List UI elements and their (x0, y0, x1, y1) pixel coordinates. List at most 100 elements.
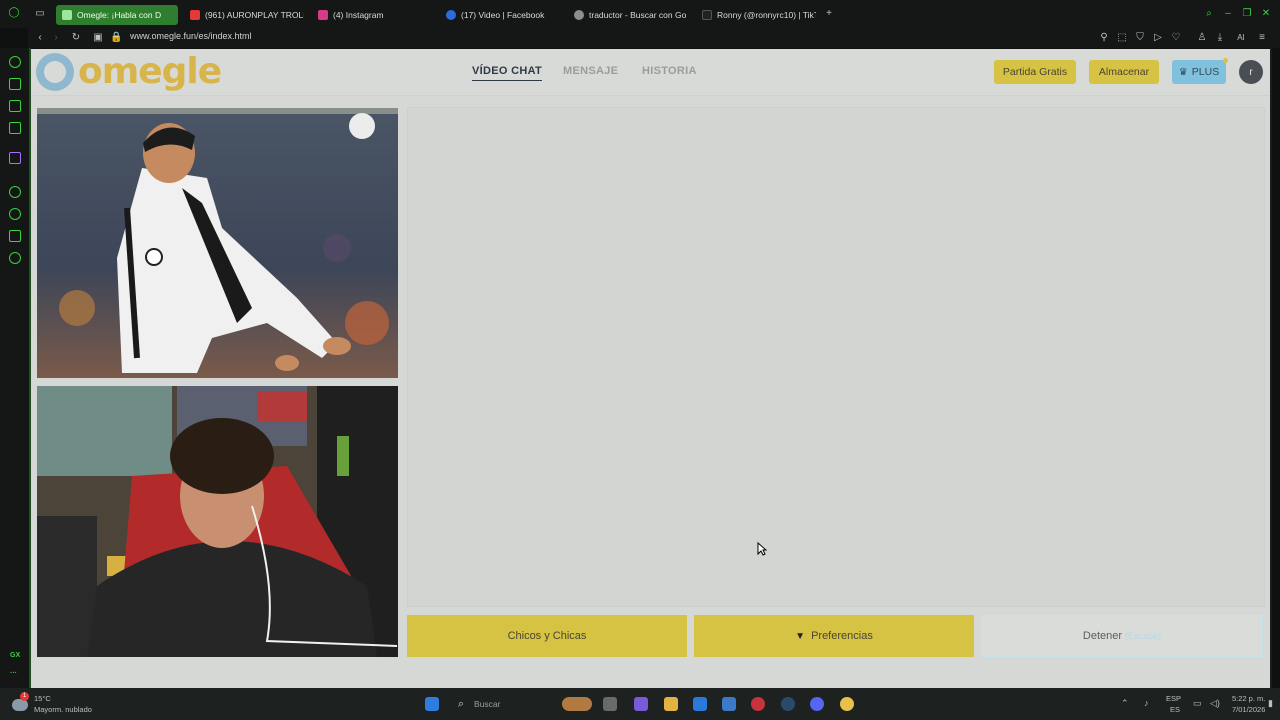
preferences-button[interactable]: ▼ Preferencias (694, 615, 974, 657)
network-icon[interactable]: ▭ (1193, 698, 1202, 709)
tab-manager-icon[interactable]: ▭ (34, 8, 46, 20)
tab-youtube[interactable]: (961) AURONPLAY TROLE (184, 5, 304, 25)
music-player-icon[interactable] (9, 122, 21, 134)
lock-icon: 🔒 (110, 32, 123, 43)
tab-instagram[interactable]: (4) Instagram (312, 5, 432, 25)
ai-icon[interactable]: AI (1232, 32, 1250, 44)
facebook-favicon-icon (446, 10, 456, 20)
tab-label: Omegle: ¡Habla con D (77, 10, 162, 20)
restore-icon[interactable]: ❐ (1241, 8, 1253, 20)
plus-button[interactable]: ♛ PLUS (1172, 58, 1228, 84)
snapshot-icon[interactable]: ▣ (92, 32, 104, 44)
weather-desc: Mayorm. nublado (34, 705, 92, 714)
omegle-logo[interactable]: omegle (36, 53, 222, 91)
search-icon[interactable]: ⌕ (1203, 8, 1215, 20)
tray-chevron-icon[interactable]: ⌃ (1121, 698, 1129, 709)
back-icon[interactable]: ‹ (34, 32, 46, 44)
steam-icon[interactable] (781, 697, 795, 711)
stop-label: Detener (1082, 630, 1123, 642)
filter-icon: ▼ (795, 630, 806, 642)
tab-tiktok[interactable]: Ronny (@ronnyrc10) | TikT (696, 5, 816, 25)
stranger-video-image (37, 108, 398, 378)
tab-facebook[interactable]: (17) Video | Facebook (440, 5, 562, 25)
taskbar-search-icon: ⌕ (457, 698, 465, 710)
store-app-icon[interactable] (693, 697, 707, 711)
gx-label: GX (10, 652, 21, 659)
plus-label: PLUS (1191, 66, 1220, 78)
language-indicator[interactable]: ESP (1166, 694, 1181, 703)
stop-button[interactable]: Detener (Escape) (981, 615, 1263, 657)
store-label: Almacenar (1098, 66, 1150, 78)
discord-icon[interactable] (810, 697, 824, 711)
address-bar: ‹ › ↻ ▣ 🔒 www.omegle.fun/es/index.html ⚲… (28, 28, 1280, 48)
profile-icon[interactable]: ♙ (1196, 32, 1208, 44)
shield-icon[interactable]: ⛉ (1134, 32, 1146, 44)
opera-gx-taskbar-icon[interactable] (751, 697, 765, 711)
task-view-icon[interactable] (603, 697, 617, 711)
scrollbar[interactable] (1270, 48, 1272, 688)
clock-time[interactable]: 5:22 p. m. (1232, 694, 1265, 703)
gx-cleaner-icon[interactable] (9, 100, 21, 112)
volume-icon[interactable]: ◁) (1210, 698, 1220, 709)
new-tab-icon[interactable]: + (823, 8, 835, 20)
copilot-icon[interactable] (634, 697, 648, 711)
nav-message[interactable]: MENSAJE (563, 65, 618, 77)
clock-date[interactable]: 7/01/2026 (1232, 705, 1265, 714)
windows-start-icon[interactable] (425, 697, 439, 711)
instagram-favicon-icon (318, 10, 328, 20)
recording-app-icon[interactable] (840, 697, 854, 711)
tab-google[interactable]: traductor - Buscar con Go (568, 5, 690, 25)
weather-temp: 15°C (34, 694, 51, 703)
language-sub: ES (1170, 705, 1181, 714)
download-icon[interactable]: ⤓ (1214, 32, 1226, 44)
stop-shortcut-hint: (Escape) (1125, 631, 1162, 641)
nav-history[interactable]: HISTORIA (642, 65, 697, 77)
taskbar-search-input[interactable]: Buscar (474, 699, 500, 709)
free-match-label: Partida Gratis (1002, 66, 1068, 78)
settings-icon[interactable] (9, 252, 21, 264)
crown-icon: ♛ (1178, 66, 1188, 78)
minimize-icon[interactable]: – (1222, 8, 1234, 20)
play-icon[interactable]: ▷ (1152, 32, 1164, 44)
avatar[interactable]: r (1239, 60, 1263, 84)
search-highlight-icon[interactable] (562, 697, 592, 711)
stranger-video (37, 108, 398, 378)
gender-filter-button[interactable]: Chicos y Chicas (407, 615, 687, 657)
history-icon[interactable] (9, 208, 21, 220)
mouse-cursor-icon (757, 542, 767, 556)
site-header: omegle VÍDEO CHAT MENSAJE HISTORIA Parti… (31, 49, 1270, 96)
browser-tab-bar: ◯ ▭ Omegle: ¡Habla con D (961) AURONPLAY… (0, 0, 1280, 28)
omegle-page: omegle VÍDEO CHAT MENSAJE HISTORIA Parti… (31, 49, 1270, 689)
gx-control-icon[interactable] (9, 56, 21, 68)
logo-bubble-icon (36, 53, 74, 91)
free-match-button[interactable]: Partida Gratis (994, 60, 1076, 84)
self-webcam-image (37, 386, 398, 657)
heart-icon[interactable]: ♡ (1170, 32, 1182, 44)
gx-corner-icon[interactable] (9, 78, 21, 90)
youtube-favicon-icon (190, 10, 200, 20)
microphone-icon[interactable]: ♪ (1144, 698, 1149, 708)
extensions-icon[interactable] (9, 230, 21, 242)
reload-icon[interactable]: ↻ (70, 32, 82, 44)
pin-icon[interactable]: ⚲ (1098, 32, 1110, 44)
opera-gx-logo-icon[interactable]: ◯ (8, 7, 20, 19)
nav-video-chat[interactable]: VÍDEO CHAT (472, 65, 543, 81)
player-icon[interactable] (9, 186, 21, 198)
more-icon[interactable]: ··· (10, 670, 17, 677)
store-button[interactable]: Almacenar (1089, 60, 1159, 84)
notifications-icon[interactable]: ▮ (1268, 698, 1273, 709)
tab-omegle[interactable]: Omegle: ¡Habla con D (56, 5, 178, 25)
twitch-icon[interactable] (9, 152, 21, 164)
tab-label: Ronny (@ronnyrc10) | TikT (717, 10, 816, 20)
notification-badge: 1 (20, 692, 29, 701)
file-explorer-icon[interactable] (664, 697, 678, 711)
browser-sidebar: GX ··· (0, 48, 30, 688)
forward-icon[interactable]: › (50, 32, 62, 44)
tiktok-favicon-icon (702, 10, 712, 20)
close-icon[interactable]: ✕ (1260, 8, 1272, 20)
url-input[interactable]: www.omegle.fun/es/index.html (130, 31, 252, 41)
menu-icon[interactable]: ≡ (1256, 32, 1268, 44)
google-favicon-icon (574, 10, 584, 20)
screenshot-icon[interactable]: ⬚ (1116, 32, 1128, 44)
outlook-icon[interactable] (722, 697, 736, 711)
